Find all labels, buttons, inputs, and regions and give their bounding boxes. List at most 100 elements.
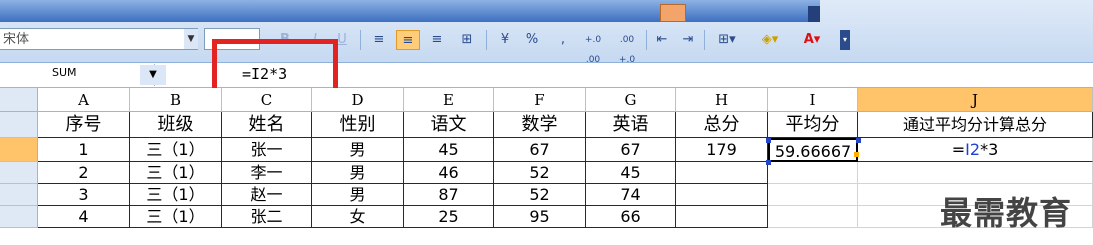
toolbar-separator (486, 30, 487, 50)
data-cell[interactable]: 男 (312, 162, 404, 184)
formatting-toolbar: 宋体 ▼ B I U ≡ ≡ ≡ ⊞ ¥ % , +.0 .00 .00 +.0… (0, 0, 1093, 65)
data-cell[interactable]: 男 (312, 184, 404, 206)
spreadsheet-grid: ABCDEFGHIJ 序号 班级 姓名 性别 语文 数学 英语 总分 平均分 通过平均分计算总分 1… (0, 88, 1093, 245)
column-header-e[interactable]: E (404, 88, 494, 112)
data-cell[interactable]: 三（1） (130, 162, 222, 184)
range-handle[interactable] (856, 138, 861, 143)
column-header-j[interactable]: J (858, 88, 1093, 112)
data-cell[interactable] (676, 162, 768, 184)
formula-bar: SUM ▼ =I2*3 (0, 63, 1093, 88)
data-cell[interactable]: 52 (494, 162, 586, 184)
data-cell[interactable]: 179 (676, 138, 768, 162)
column-header-i[interactable]: I (768, 88, 858, 112)
data-cell[interactable] (676, 206, 768, 228)
fill-handle[interactable] (854, 152, 859, 157)
font-dropdown-icon[interactable]: ▼ (184, 29, 198, 49)
header-cell[interactable]: 序号 (38, 112, 130, 138)
name-box-value: SUM (52, 66, 77, 79)
percent-button[interactable]: % (524, 30, 540, 50)
column-header-g[interactable]: G (586, 88, 676, 112)
header-cell[interactable]: 姓名 (222, 112, 312, 138)
data-cell[interactable]: 张一 (222, 138, 312, 162)
column-header-h[interactable]: H (676, 88, 768, 112)
empty-cell[interactable] (768, 184, 858, 206)
header-cell[interactable]: 性别 (312, 112, 404, 138)
font-color-button[interactable]: A▾ (794, 30, 830, 50)
toolbar-color-swatch[interactable] (660, 4, 686, 22)
header-cell[interactable]: 语文 (404, 112, 494, 138)
data-cell[interactable]: 95 (494, 206, 586, 228)
currency-icon[interactable]: ¥ (494, 30, 516, 50)
data-cell[interactable]: 45 (404, 138, 494, 162)
column-header-d[interactable]: D (312, 88, 404, 112)
decrease-decimal-button[interactable]: .00 +.0 (612, 30, 642, 65)
data-cell[interactable]: 3 (38, 184, 130, 206)
active-cell[interactable]: 59.66667 (768, 138, 858, 162)
data-cell[interactable]: 67 (586, 138, 676, 162)
data-cell[interactable]: 男 (312, 138, 404, 162)
data-cell[interactable] (676, 184, 768, 206)
data-cell[interactable]: 李一 (222, 162, 312, 184)
data-cell[interactable]: 4 (38, 206, 130, 228)
row-header[interactable] (0, 184, 38, 206)
decrease-indent-icon[interactable]: ⇤ (652, 30, 672, 50)
data-cell[interactable]: 25 (404, 206, 494, 228)
range-handle[interactable] (766, 138, 771, 143)
formula-suffix: *3 (980, 140, 999, 159)
data-cell[interactable]: 74 (586, 184, 676, 206)
select-all-corner[interactable] (0, 88, 38, 112)
borders-icon[interactable]: ⊞▾ (712, 30, 742, 50)
toolbar-separator (360, 30, 361, 50)
formula-prefix: = (951, 140, 966, 159)
data-cell[interactable]: 66 (586, 206, 676, 228)
column-header-a[interactable]: A (38, 88, 130, 112)
editing-cell[interactable]: =I2*3 (858, 138, 1093, 162)
align-center-icon[interactable]: ≡ (396, 30, 420, 50)
data-cell[interactable]: 67 (494, 138, 586, 162)
increase-indent-icon[interactable]: ⇥ (678, 30, 698, 50)
data-cell[interactable]: 三（1） (130, 184, 222, 206)
comma-button[interactable]: , (558, 30, 568, 50)
header-cell[interactable]: 班级 (130, 112, 222, 138)
toolbar-options-icon[interactable] (808, 6, 820, 22)
range-handle[interactable] (766, 160, 771, 165)
data-cell[interactable]: 女 (312, 206, 404, 228)
row-header[interactable] (0, 206, 38, 228)
font-name-box[interactable]: 宋体 (0, 28, 198, 50)
row-header[interactable] (0, 112, 38, 138)
data-cell[interactable]: 46 (404, 162, 494, 184)
data-cell[interactable]: 87 (404, 184, 494, 206)
data-cell[interactable]: 52 (494, 184, 586, 206)
fill-color-icon[interactable]: ◈▾ (752, 30, 788, 50)
title-strip (0, 0, 820, 22)
empty-cell[interactable] (768, 206, 858, 228)
row-header[interactable] (0, 162, 38, 184)
toolbar-separator (704, 30, 705, 50)
toolbar-separator (646, 30, 647, 50)
column-header-c[interactable]: C (222, 88, 312, 112)
align-left-icon[interactable]: ≡ (368, 30, 390, 50)
merge-center-icon[interactable]: ⊞ (456, 30, 478, 50)
data-cell[interactable]: 45 (586, 162, 676, 184)
column-header-f[interactable]: F (494, 88, 586, 112)
toolbar-overflow-icon[interactable]: ▾ (840, 30, 850, 50)
empty-cell[interactable] (858, 162, 1093, 184)
header-cell[interactable]: 平均分 (768, 112, 858, 138)
increase-decimal-button[interactable]: +.0 .00 (578, 30, 608, 65)
data-cell[interactable]: 1 (38, 138, 130, 162)
header-cell[interactable]: 总分 (676, 112, 768, 138)
data-cell[interactable]: 三（1） (130, 206, 222, 228)
data-cell[interactable]: 2 (38, 162, 130, 184)
align-right-icon[interactable]: ≡ (426, 30, 448, 50)
column-header-b[interactable]: B (130, 88, 222, 112)
header-cell[interactable]: 通过平均分计算总分 (858, 112, 1093, 138)
name-box[interactable]: SUM ▼ (14, 64, 166, 86)
data-cell[interactable]: 三（1） (130, 138, 222, 162)
header-cell[interactable]: 数学 (494, 112, 586, 138)
name-box-dropdown-icon[interactable]: ▼ (140, 65, 166, 85)
empty-cell[interactable] (768, 162, 858, 184)
header-cell[interactable]: 英语 (586, 112, 676, 138)
row-header[interactable] (0, 138, 38, 162)
data-cell[interactable]: 赵一 (222, 184, 312, 206)
data-cell[interactable]: 张二 (222, 206, 312, 228)
